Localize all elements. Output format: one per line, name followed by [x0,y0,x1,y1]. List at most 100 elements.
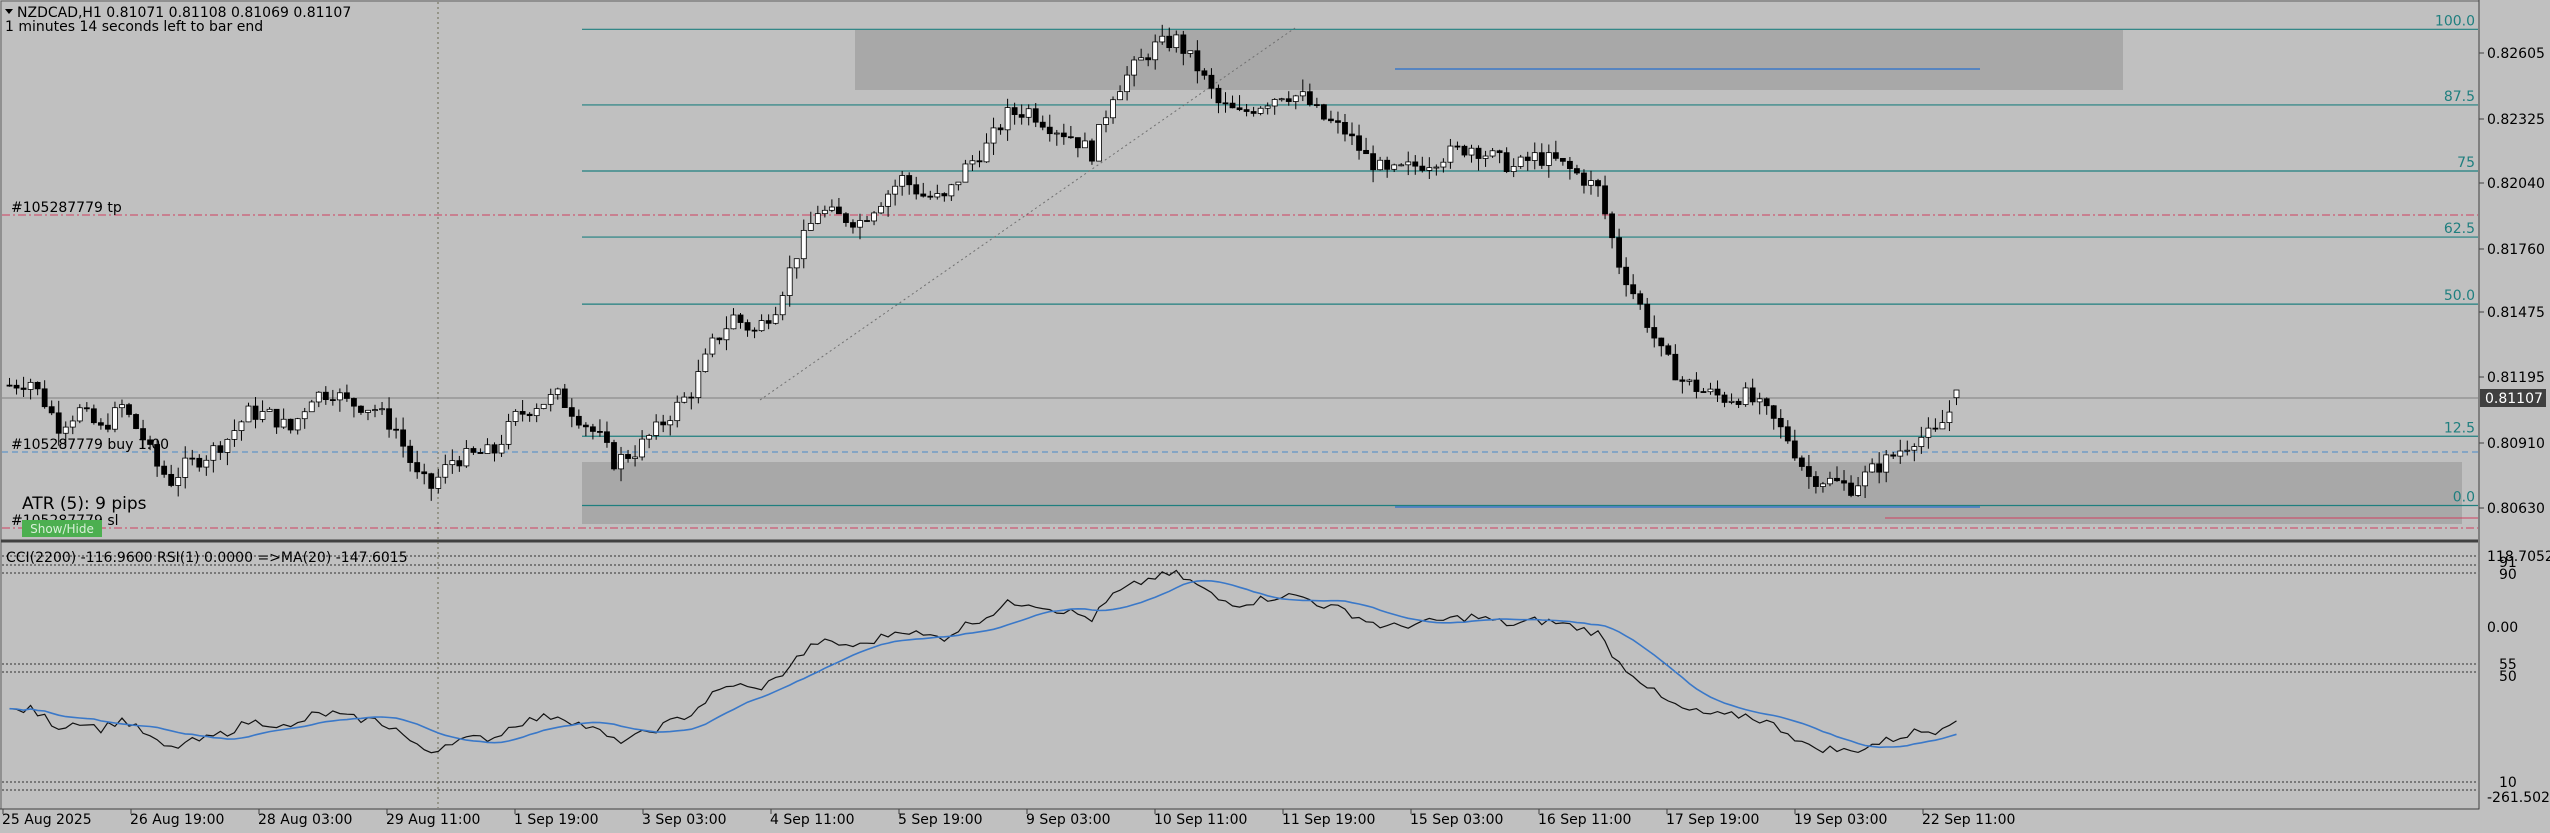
candle-body [1756,398,1763,403]
candle-body [112,407,118,430]
price-tick-label: 0.80630 [2487,501,2545,517]
atr-toggle-label[interactable]: Show/Hide [30,522,94,536]
candle-body [1482,155,1489,159]
candle-body [1180,34,1187,54]
candle-body [969,160,976,165]
supply-zone[interactable] [855,30,2123,90]
candle-body [1011,107,1018,115]
candle-body [1243,109,1250,112]
candle-body [1222,102,1229,105]
candle-body [1131,59,1138,76]
candle-body [301,411,308,420]
candle-body [1658,337,1665,347]
candle-body [906,175,913,186]
candle-body [1032,108,1039,123]
candle-body [1271,99,1278,107]
candle-body [1721,394,1728,403]
candle-body [273,408,280,428]
candle-body [1356,135,1362,151]
indicator-tick-label: -261.5025 [2487,790,2550,806]
candle-body [1855,485,1861,496]
buy-label: #105287779 buy 1.00 [11,437,169,453]
candle-body [990,127,997,144]
time-tick-label: 11 Sep 19:00 [1282,812,1375,828]
candle-body [1932,427,1939,430]
candle-body [1574,168,1580,174]
candle-body [69,420,76,428]
fib-level-label: 0.0 [2453,489,2475,505]
candle-body [1503,152,1510,172]
candle-body [1208,74,1215,89]
candle-body [1616,237,1623,268]
candle-body [807,223,814,231]
candle-body [1735,400,1742,405]
candle-body [639,438,646,458]
candle-body [1166,35,1173,49]
candle-body [618,454,624,470]
fib-level-label: 62.5 [2444,221,2475,237]
candle-body [1306,91,1313,105]
candle-body [20,387,27,390]
candle-body [1595,180,1601,187]
candle-body [962,163,969,183]
candle-body [1644,303,1651,328]
candle-body [1686,379,1693,382]
candle-body [723,328,730,341]
time-tick-label: 10 Sep 11:00 [1154,812,1247,828]
candle-body [1349,133,1355,137]
candle-body [604,431,610,443]
candle-body [1004,107,1011,131]
candle-body [83,407,90,410]
time-tick-label: 9 Sep 03:00 [1026,812,1111,828]
candle-body [491,444,498,454]
candle-body [554,388,561,395]
candle-body [1869,463,1876,473]
candle-body [322,391,329,400]
candle-body [1053,132,1060,135]
candle-body [358,405,364,413]
candle-body [1292,95,1299,102]
candle-body [892,185,899,195]
candle-body [828,206,835,211]
candle-body [1018,114,1025,118]
fib-level-label: 100.0 [2435,13,2475,29]
candle-body [1082,140,1088,149]
candle-body [997,127,1004,131]
demand-zone[interactable] [582,462,2462,524]
candle-body [336,392,343,401]
candle-body [1559,157,1566,162]
candle-body [568,407,575,417]
collapse-triangle-icon[interactable] [5,9,13,14]
time-tick-label: 1 Sep 19:00 [514,812,599,828]
time-tick-label: 29 Aug 11:00 [386,812,480,828]
time-axis: 25 Aug 2025 26 Aug 19:00 28 Aug 03:00 29 Au… [2,809,2015,828]
fib-level-label: 75 [2457,155,2475,171]
candle-body [1089,140,1095,162]
candle-body [1665,345,1672,355]
indicator-tick-label: 90 [2499,567,2517,583]
time-tick-label: 25 Aug 2025 [2,812,92,828]
candle-body [294,418,301,431]
candle-body [407,445,414,463]
candle-body [351,398,357,407]
atr-label: ATR (5): 9 pips [22,494,147,514]
candle-body [477,452,484,454]
candle-body [1103,117,1109,125]
candle-body [365,409,371,413]
candlestick-series [6,24,1960,501]
candle-body [519,411,526,415]
candle-body [1911,446,1918,451]
candle-body [1384,159,1391,170]
candle-body [1693,379,1700,392]
candle-body [231,430,238,440]
candle-body [1609,213,1615,239]
candle-body [1588,180,1594,186]
candle-body [779,295,786,316]
candle-body [133,414,139,429]
candle-body [772,314,779,324]
candle-body [1152,41,1159,61]
candle-body [287,418,294,431]
indicator-tick-label: 50 [2499,669,2517,685]
candle-body [1440,161,1447,168]
candle-body [1637,293,1644,305]
